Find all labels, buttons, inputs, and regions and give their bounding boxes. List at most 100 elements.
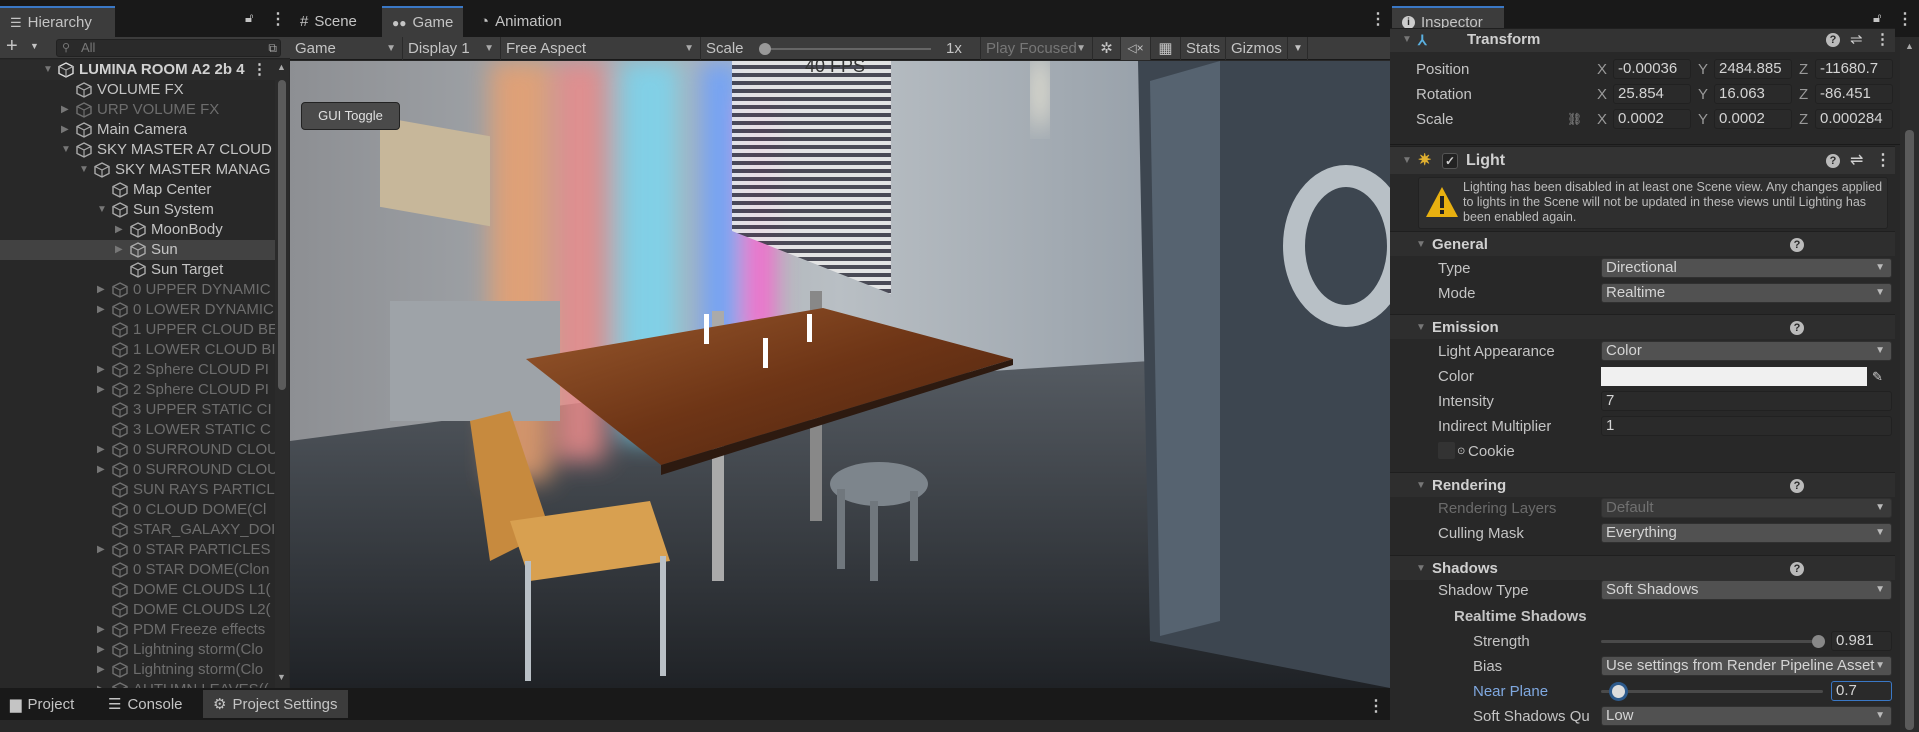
bug-icon[interactable]: ✲ — [1093, 37, 1121, 60]
hierarchy-item[interactable]: ▶ Lightning storm(Clo — [0, 660, 275, 680]
light-enabled-checkbox[interactable]: ✓ — [1442, 153, 1458, 169]
rendering-section-header[interactable]: ▼ Rendering? — [1390, 472, 1895, 497]
more-menu-icon[interactable]: ⋮ — [1370, 9, 1386, 29]
hierarchy-item[interactable]: ▼ SKY MASTER A7 CLOUD — [0, 140, 275, 160]
collapse-arrow-icon[interactable]: ▼ — [1416, 315, 1426, 340]
collapse-arrow-icon[interactable]: ▼ — [1416, 473, 1426, 498]
scene-view-icon[interactable]: ⧉ — [268, 40, 277, 56]
eyedropper-icon[interactable]: ✎ — [1872, 364, 1883, 389]
hierarchy-item[interactable]: VOLUME FX — [0, 80, 275, 100]
more-menu-icon[interactable]: ⋮ — [1897, 9, 1913, 29]
expand-arrow-icon[interactable]: ▶ — [115, 240, 123, 260]
intensity-input[interactable]: 7 — [1601, 391, 1892, 411]
hierarchy-item[interactable]: ▶ AUTUMN LEAVES(( — [0, 680, 275, 688]
chevron-down-icon[interactable]: ▼ — [30, 41, 39, 51]
expand-arrow-icon[interactable]: ▶ — [97, 460, 105, 480]
scroll-down-icon[interactable]: ▼ — [277, 672, 286, 682]
shadow-type-dropdown[interactable]: Soft Shadows ▼ — [1601, 580, 1892, 600]
hierarchy-item[interactable]: ▶ URP VOLUME FX — [0, 100, 275, 120]
expand-arrow-icon[interactable]: ▶ — [97, 300, 105, 320]
expand-arrow-icon[interactable]: ▶ — [61, 120, 69, 140]
hierarchy-item[interactable]: ▶ 0 SURROUND CLOU — [0, 440, 275, 460]
hierarchy-item[interactable]: ▶ Sun — [0, 240, 275, 260]
hierarchy-item[interactable]: 1 UPPER CLOUD BE — [0, 320, 275, 340]
expand-arrow-icon[interactable]: ▶ — [115, 220, 123, 240]
gizmos-dropdown-icon[interactable]: ▼ — [1288, 37, 1308, 60]
tab-animation[interactable]: ◔ Animation — [470, 6, 572, 37]
slider-knob[interactable] — [1611, 685, 1625, 698]
hierarchy-item[interactable]: ▶ 0 SURROUND CLOU — [0, 460, 275, 480]
play-mode-dropdown[interactable]: Play Focused ▼ — [981, 37, 1093, 60]
hierarchy-item[interactable]: ▶ Main Camera — [0, 120, 275, 140]
help-icon[interactable]: ? — [1826, 154, 1840, 168]
hierarchy-item[interactable]: 3 UPPER STATIC CI — [0, 400, 275, 420]
shadows-section-header[interactable]: ▼ Shadows? — [1390, 555, 1895, 580]
help-icon[interactable]: ? — [1790, 562, 1804, 576]
hierarchy-item[interactable]: ▼ SKY MASTER MANAG — [0, 160, 275, 180]
expand-arrow-icon[interactable]: ▶ — [97, 360, 105, 380]
expand-arrow-icon[interactable]: ▶ — [97, 440, 105, 460]
inspector-scrollbar[interactable]: ▲ — [1900, 37, 1919, 732]
slider-knob[interactable] — [1811, 635, 1825, 648]
transform-rotation-z-input[interactable]: -86.451 — [1815, 84, 1893, 104]
expand-arrow-icon[interactable]: ▶ — [97, 380, 105, 400]
hierarchy-item[interactable]: ▶ PDM Freeze effects — [0, 620, 275, 640]
light-appearance-dropdown[interactable]: Color ▼ — [1601, 341, 1892, 361]
cookie-object-field[interactable] — [1438, 442, 1455, 459]
hierarchy-item[interactable]: Sun Target — [0, 260, 275, 280]
transform-rotation-y-input[interactable]: 16.063 — [1714, 84, 1792, 104]
expand-arrow-icon[interactable]: ▶ — [97, 620, 105, 640]
aspect-dropdown[interactable]: Free Aspect ▼ — [501, 37, 701, 60]
emission-section-header[interactable]: ▼ Emission? — [1390, 314, 1895, 339]
search-input[interactable]: ⚲ All ⧉ — [56, 39, 281, 57]
tab-hierarchy[interactable]: ☰ Hierarchy — [0, 6, 115, 37]
tab-scene[interactable]: # Scene — [290, 6, 367, 37]
scroll-up-icon[interactable]: ▲ — [1905, 41, 1914, 51]
light-header[interactable]: ▼ ✷ ✓ Light ? ⇌ ⋮ — [1390, 146, 1895, 174]
gui-toggle-button[interactable]: GUI Toggle — [301, 102, 400, 130]
scroll-up-icon[interactable]: ▲ — [277, 62, 286, 72]
near-plane-slider[interactable] — [1601, 685, 1823, 698]
hierarchy-item[interactable]: DOME CLOUDS L1( — [0, 580, 275, 600]
collapse-arrow-icon[interactable]: ▼ — [1402, 147, 1412, 175]
grid-icon[interactable]: ▦ — [1151, 37, 1181, 60]
hierarchy-item[interactable]: ▶ 0 LOWER DYNAMIC — [0, 300, 275, 320]
indirect-multiplier-input[interactable]: 1 — [1601, 416, 1892, 436]
tab-project[interactable]: ▆ Project — [0, 690, 84, 718]
transform-position-x-input[interactable]: -0.00036 — [1613, 59, 1691, 79]
expand-arrow-icon[interactable]: ▶ — [97, 640, 105, 660]
hierarchy-item[interactable]: ▶ MoonBody — [0, 220, 275, 240]
hierarchy-item[interactable]: STAR_GALAXY_DOI — [0, 520, 275, 540]
display-dropdown[interactable]: Display 1 ▼ — [403, 37, 501, 60]
more-menu-icon[interactable]: ⋮ — [252, 60, 267, 80]
hierarchy-item[interactable]: ▼ LUMINA ROOM A2 2b 4 ⋮ — [0, 60, 275, 80]
scrollbar-thumb[interactable] — [278, 80, 286, 390]
hierarchy-item[interactable]: ▼ Sun System — [0, 200, 275, 220]
scale-slider-knob[interactable] — [759, 43, 771, 55]
help-icon[interactable]: ? — [1790, 321, 1804, 335]
expand-arrow-icon[interactable]: ▼ — [79, 160, 89, 180]
hierarchy-item[interactable]: ▶ 0 STAR PARTICLES — [0, 540, 275, 560]
hierarchy-item[interactable]: 0 STAR DOME(Clon — [0, 560, 275, 580]
hierarchy-item[interactable]: Map Center — [0, 180, 275, 200]
scrollbar-thumb[interactable] — [1905, 130, 1914, 730]
help-icon[interactable]: ? — [1826, 33, 1840, 47]
presets-icon[interactable]: ⇌ — [1850, 147, 1863, 175]
more-menu-icon[interactable]: ⋮ — [270, 9, 286, 29]
constrain-proportions-icon[interactable]: ⛓ — [1567, 107, 1582, 132]
tab-console[interactable]: ☰ Console — [98, 690, 193, 718]
expand-arrow-icon[interactable]: ▼ — [43, 60, 53, 80]
transform-position-y-input[interactable]: 2484.885 — [1714, 59, 1792, 79]
transform-position-z-input[interactable]: -11680.7 — [1815, 59, 1893, 79]
gizmos-button[interactable]: Gizmos — [1226, 37, 1288, 60]
soft-shadows-quality-dropdown[interactable]: Low ▼ — [1601, 706, 1892, 726]
lock-icon[interactable]: 🔓︎ — [1873, 10, 1881, 26]
hierarchy-item[interactable]: 0 CLOUD DOME(Cl — [0, 500, 275, 520]
tab-game[interactable]: ●● Game — [382, 6, 464, 37]
lock-icon[interactable]: 🔓︎ — [245, 10, 253, 26]
color-swatch[interactable] — [1601, 367, 1867, 386]
expand-arrow-icon[interactable]: ▼ — [97, 200, 107, 220]
scale-slider[interactable] — [759, 43, 931, 55]
expand-arrow-icon[interactable]: ▶ — [97, 280, 105, 300]
more-menu-icon[interactable]: ⋮ — [1875, 147, 1891, 175]
